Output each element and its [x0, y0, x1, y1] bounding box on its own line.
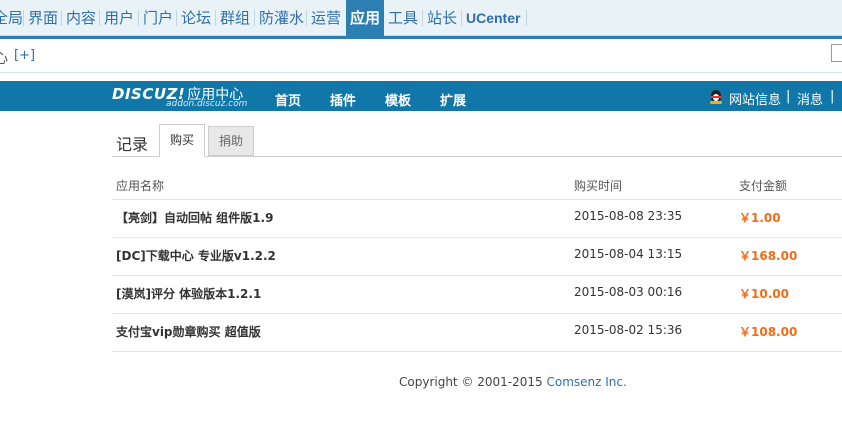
nav-divider [215, 10, 216, 26]
nav-item-users[interactable]: 用户 [104, 7, 134, 29]
row-divider [112, 313, 842, 314]
amount-cell: ￥168.00 [739, 249, 798, 263]
nav-item-content[interactable]: 内容 [66, 7, 96, 29]
nav-divider [61, 10, 62, 26]
app-nav-plugins[interactable]: 插件 [330, 90, 356, 109]
nav-divider [138, 10, 139, 26]
purchase-time-cell: 2015-08-02 15:36 [574, 323, 683, 337]
add-shortcut-button[interactable]: [+] [14, 48, 35, 63]
app-center-header: DISCUZ! 应用中心 addon.discuz.com 首页 插件 模板 扩展… [0, 81, 842, 111]
nav-divider [422, 10, 423, 26]
nav-item-global[interactable]: 全局 [0, 7, 23, 29]
row-divider [112, 199, 842, 200]
header-divider: | [786, 89, 791, 104]
purchase-time-cell: 2015-08-03 00:16 [574, 285, 683, 299]
app-nav-home[interactable]: 首页 [275, 90, 301, 109]
app-name-cell[interactable]: 支付宝vip勋章购买 超值版 [116, 323, 261, 340]
row-divider [112, 237, 842, 238]
nav-item-interface[interactable]: 界面 [28, 7, 58, 29]
nav-divider [526, 10, 527, 26]
breadcrumb-partial: 心 [0, 51, 8, 67]
qq-penguin-icon [710, 90, 722, 104]
logo-domain: addon.discuz.com [166, 99, 248, 109]
app-nav-templates[interactable]: 模板 [385, 90, 411, 109]
nav-divider [23, 10, 24, 26]
nav-item-antispam[interactable]: 防灌水 [259, 7, 304, 29]
discuz-app-center-logo[interactable]: DISCUZ! 应用中心 addon.discuz.com [112, 84, 247, 109]
right-edge-control[interactable] [831, 44, 842, 62]
amount-cell: ￥10.00 [739, 287, 789, 301]
row-divider [112, 351, 842, 352]
nav-item-groups[interactable]: 群组 [220, 7, 250, 29]
amount-cell: ￥108.00 [739, 325, 798, 339]
tab-purchase[interactable]: 购买 [159, 124, 205, 157]
footer: Copyright © 2001-2015 Comsenz Inc. [399, 375, 627, 389]
purchase-time-cell: 2015-08-04 13:15 [574, 247, 683, 261]
top-navigation: 全局 界面 内容 用户 门户 论坛 群组 防灌水 运营 应用 工具 站长 UCe… [0, 0, 842, 36]
nav-divider [254, 10, 255, 26]
nav-item-forum[interactable]: 论坛 [181, 7, 211, 29]
copyright-text: Copyright © 2001-2015 [399, 375, 543, 389]
sub-navigation: 心 [+] [0, 39, 842, 73]
nav-item-apps[interactable]: 应用 [346, 0, 384, 36]
header-divider: | [830, 89, 835, 104]
nav-divider [176, 10, 177, 26]
company-link[interactable]: Comsenz Inc. [547, 375, 627, 389]
app-name-cell[interactable]: [漠岚]评分 体验版本1.2.1 [116, 285, 261, 302]
column-header-purchase-time: 购买时间 [574, 179, 623, 193]
nav-item-portal[interactable]: 门户 [143, 7, 173, 29]
app-nav-extensions[interactable]: 扩展 [440, 90, 466, 109]
nav-divider [461, 10, 462, 26]
amount-cell: ￥1.00 [739, 211, 781, 225]
tab-records[interactable]: 记录 [116, 131, 148, 155]
app-name-cell[interactable]: 【亮剑】自动回帖 组件版1.9 [116, 209, 273, 226]
nav-item-ucenter[interactable]: UCenter [466, 7, 520, 29]
column-header-amount: 支付金额 [739, 179, 788, 193]
tabs-underline [112, 156, 842, 157]
messages-link[interactable]: 消息 [797, 89, 823, 108]
nav-item-operations[interactable]: 运营 [311, 7, 341, 29]
tab-donation[interactable]: 捐助 [208, 126, 254, 156]
app-name-cell[interactable]: [DC]下载中心 专业版v1.2.2 [116, 247, 276, 264]
nav-item-tools[interactable]: 工具 [388, 7, 418, 29]
nav-divider [306, 10, 307, 26]
purchase-time-cell: 2015-08-08 23:35 [574, 209, 683, 223]
row-divider [112, 275, 842, 276]
nav-item-webmaster[interactable]: 站长 [427, 7, 457, 29]
site-info-link[interactable]: 网站信息 [729, 89, 781, 108]
nav-divider [99, 10, 100, 26]
column-header-app-name: 应用名称 [116, 179, 165, 193]
